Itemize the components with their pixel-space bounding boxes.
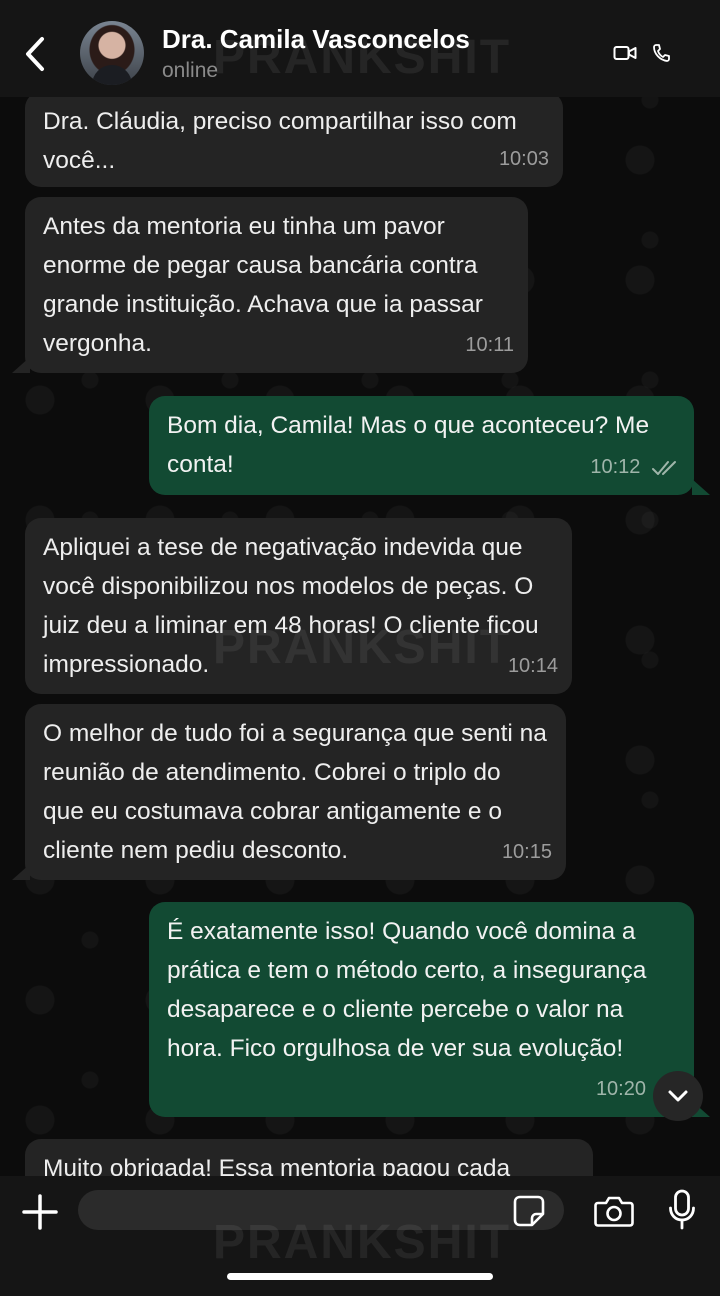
message-text: O melhor de tudo foi a segurança que sen… [43, 720, 547, 864]
mic-icon[interactable] [668, 1189, 696, 1231]
message-time: 10:15 [501, 841, 552, 863]
chevron-down-icon [668, 1090, 688, 1102]
bubble-tail [12, 357, 30, 373]
message-bubble-incoming[interactable]: O melhor de tudo foi a segurança que sen… [25, 704, 566, 880]
phone-icon[interactable] [652, 43, 670, 63]
message-text: É exatamente isso! Quando você domina a … [167, 918, 647, 1062]
contact-status: online [162, 59, 219, 82]
home-indicator [227, 1273, 493, 1280]
back-icon[interactable] [20, 34, 50, 74]
message-time: 10:11 [465, 334, 514, 356]
message-time-status: 10:12 [590, 448, 680, 487]
contact-name[interactable]: Dra. Camila Vasconcelos [162, 24, 470, 55]
double-check-icon [652, 460, 676, 475]
chat-header: Dra. Camila Vasconcelos online [0, 0, 720, 97]
video-call-icon[interactable] [613, 44, 637, 62]
message-time: 10:03 [498, 148, 549, 170]
scroll-to-bottom-button[interactable] [653, 1071, 703, 1121]
message-bubble-incoming[interactable]: Apliquei a tese de negativação indevida … [25, 518, 572, 694]
composer-bar [0, 1176, 720, 1296]
message-input[interactable] [78, 1190, 564, 1230]
bubble-tail [692, 479, 710, 495]
message-time: 10:20 [595, 1078, 646, 1100]
message-text: Apliquei a tese de negativação indevida … [43, 534, 539, 678]
message-text: Dra. Cláudia, preciso compartilhar isso … [43, 108, 517, 174]
message-bubble-outgoing[interactable]: É exatamente isso! Quando você domina a … [149, 902, 694, 1117]
avatar[interactable] [80, 21, 144, 85]
message-time: 10:12 [590, 456, 641, 478]
camera-icon[interactable] [594, 1194, 634, 1228]
message-time: 10:14 [507, 655, 558, 677]
message-bubble-incoming[interactable]: Dra. Cláudia, preciso compartilhar isso … [25, 92, 563, 187]
bubble-tail [12, 864, 30, 880]
message-bubble-incoming[interactable]: Antes da mentoria eu tinha um pavor enor… [25, 197, 528, 373]
plus-icon[interactable] [22, 1194, 58, 1230]
message-text: Antes da mentoria eu tinha um pavor enor… [43, 213, 483, 357]
sticker-icon[interactable] [512, 1194, 546, 1228]
message-bubble-outgoing[interactable]: Bom dia, Camila! Mas o que aconteceu? Me… [149, 396, 694, 495]
